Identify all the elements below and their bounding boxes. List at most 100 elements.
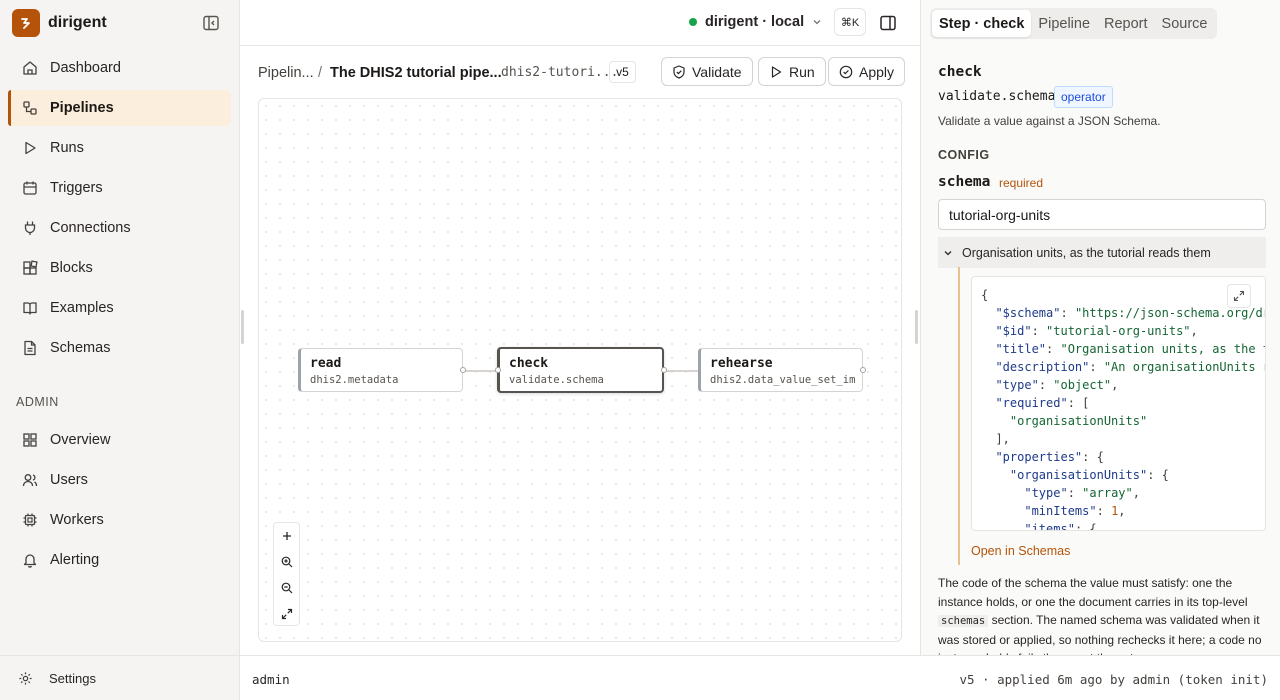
sidebar-item-triggers[interactable]: Triggers bbox=[8, 170, 231, 206]
tab-source[interactable]: Source bbox=[1155, 10, 1215, 37]
apply-button[interactable]: Apply bbox=[828, 57, 906, 86]
panel-resize-handle[interactable] bbox=[915, 310, 918, 344]
help-code: schemas bbox=[938, 615, 989, 627]
sidebar-item-label: Overview bbox=[50, 432, 111, 448]
schema-input[interactable] bbox=[938, 199, 1266, 230]
plug-icon bbox=[24, 221, 36, 235]
sidebar-item-schemas[interactable]: Schemas bbox=[8, 330, 231, 366]
input-port[interactable] bbox=[495, 367, 501, 373]
help-text-1: The code of the schema the value must sa… bbox=[938, 576, 1248, 609]
sidebar-item-label: Triggers bbox=[50, 180, 103, 196]
step-panel: Step · check Pipeline Report Source chec… bbox=[920, 0, 1280, 655]
sidebar-item-examples[interactable]: Examples bbox=[8, 290, 231, 326]
settings-label: Settings bbox=[49, 670, 96, 686]
app-name: dirigent bbox=[48, 14, 107, 31]
chevron-down-icon bbox=[813, 20, 821, 25]
fit-view-button[interactable] bbox=[274, 601, 299, 627]
grid-icon bbox=[23, 433, 37, 447]
schema-help-text: The code of the schema the value must sa… bbox=[938, 574, 1268, 655]
sidebar-item-users[interactable]: Users bbox=[8, 462, 231, 498]
apply-label: Apply bbox=[859, 63, 895, 80]
bell-icon bbox=[23, 554, 37, 568]
pipelines-icon bbox=[23, 101, 37, 115]
plus-icon bbox=[282, 532, 291, 540]
page-title: The DHIS2 tutorial pipe... bbox=[330, 65, 502, 81]
version-badge: v5 bbox=[609, 61, 636, 83]
cpu-icon bbox=[23, 513, 37, 527]
sidebar-item-label: Users bbox=[50, 472, 88, 488]
environment-label: dirigent · local bbox=[705, 14, 805, 30]
play-icon bbox=[25, 141, 36, 155]
admin-section-label: ADMIN bbox=[16, 395, 59, 409]
sidebar-item-label: Dashboard bbox=[50, 60, 121, 76]
node-check[interactable]: check validate.schema bbox=[495, 347, 667, 393]
calendar-icon bbox=[23, 181, 37, 195]
sidebar-item-pipelines[interactable]: Pipelines bbox=[8, 90, 231, 126]
environment-switcher[interactable]: dirigent · local bbox=[689, 14, 822, 30]
output-port[interactable] bbox=[661, 367, 667, 373]
schema-code-viewer[interactable]: { "$schema": "https://json-schema.org/dr… bbox=[971, 276, 1266, 531]
node-rehearse[interactable]: rehearse dhis2.data_value_set_im... bbox=[698, 348, 866, 392]
node-title: rehearse bbox=[710, 356, 773, 371]
users-icon bbox=[22, 474, 38, 487]
node-title: read bbox=[310, 356, 342, 371]
sidebar-item-label: Connections bbox=[50, 220, 131, 236]
breadcrumb-pipelines[interactable]: Pipelin... bbox=[258, 65, 314, 81]
gear-icon bbox=[19, 671, 32, 685]
apply-status: v5 · applied 6m ago by admin (token init… bbox=[959, 672, 1268, 687]
required-label: required bbox=[999, 176, 1044, 190]
config-heading: CONFIG bbox=[938, 148, 990, 162]
dirigent-logo-icon bbox=[12, 9, 40, 37]
tab-report[interactable]: Report bbox=[1097, 10, 1155, 37]
pipeline-slug: dhis2-tutori... bbox=[501, 65, 619, 80]
sidebar-item-blocks[interactable]: Blocks bbox=[8, 250, 231, 286]
sidebar: dirigent Dashboard Pipelines Runs Trigge… bbox=[0, 0, 240, 700]
blocks-icon bbox=[23, 260, 38, 275]
run-button[interactable]: Run bbox=[758, 57, 826, 86]
schema-disclosure[interactable]: Organisation units, as the tutorial read… bbox=[938, 237, 1266, 268]
schema-field-label: schema bbox=[938, 174, 991, 190]
tab-step-check[interactable]: Step · check bbox=[932, 10, 1032, 37]
step-description: Validate a value against a JSON Schema. bbox=[938, 114, 1161, 128]
toggle-panel-icon[interactable] bbox=[879, 14, 897, 32]
operator-badge: operator bbox=[1054, 86, 1113, 108]
zoom-in-button[interactable] bbox=[274, 549, 299, 575]
book-icon bbox=[23, 302, 37, 315]
brand[interactable]: dirigent bbox=[12, 9, 107, 37]
schema-indent-rule bbox=[958, 267, 960, 565]
command-palette-button[interactable]: ⌘K bbox=[834, 8, 866, 36]
sidebar-item-label: Blocks bbox=[50, 260, 93, 276]
collapse-sidebar-icon[interactable] bbox=[202, 14, 220, 32]
add-node-button[interactable] bbox=[274, 523, 299, 549]
sidebar-item-label: Alerting bbox=[50, 552, 100, 568]
run-label: Run bbox=[789, 63, 815, 80]
pipeline-canvas[interactable]: read dhis2.metadata check validate.schem… bbox=[258, 98, 902, 642]
sidebar-resize-handle[interactable] bbox=[241, 310, 244, 344]
output-port[interactable] bbox=[460, 367, 466, 373]
sidebar-item-label: Schemas bbox=[50, 340, 111, 356]
sidebar-item-overview[interactable]: Overview bbox=[8, 422, 231, 458]
zoom-controls bbox=[273, 522, 300, 626]
sidebar-item-connections[interactable]: Connections bbox=[8, 210, 231, 246]
tab-pipeline[interactable]: Pipeline bbox=[1031, 10, 1097, 37]
sidebar-item-workers[interactable]: Workers bbox=[8, 502, 231, 538]
expand-code-button[interactable] bbox=[1227, 284, 1251, 308]
open-in-schemas-link[interactable]: Open in Schemas bbox=[971, 544, 1070, 558]
pipeline-header: Pipelin... / The DHIS2 tutorial pipe... … bbox=[240, 47, 920, 97]
settings-button[interactable]: Settings bbox=[0, 655, 240, 700]
output-port[interactable] bbox=[860, 367, 866, 373]
panel-tabs: Step · check Pipeline Report Source bbox=[930, 8, 1217, 39]
node-read[interactable]: read dhis2.metadata bbox=[298, 348, 466, 392]
node-subtitle: dhis2.data_value_set_im... bbox=[710, 374, 855, 386]
zoom-out-button[interactable] bbox=[274, 575, 299, 601]
sidebar-item-runs[interactable]: Runs bbox=[8, 130, 231, 166]
zoom-in-icon bbox=[281, 556, 292, 568]
validate-button[interactable]: Validate bbox=[661, 57, 753, 86]
document-icon bbox=[24, 340, 36, 356]
sidebar-item-label: Examples bbox=[50, 300, 114, 316]
sidebar-item-label: Workers bbox=[50, 512, 104, 528]
sidebar-item-dashboard[interactable]: Dashboard bbox=[8, 50, 231, 86]
sidebar-item-alerting[interactable]: Alerting bbox=[8, 542, 231, 578]
shield-check-icon bbox=[673, 64, 685, 79]
breadcrumb-separator: / bbox=[318, 65, 323, 81]
